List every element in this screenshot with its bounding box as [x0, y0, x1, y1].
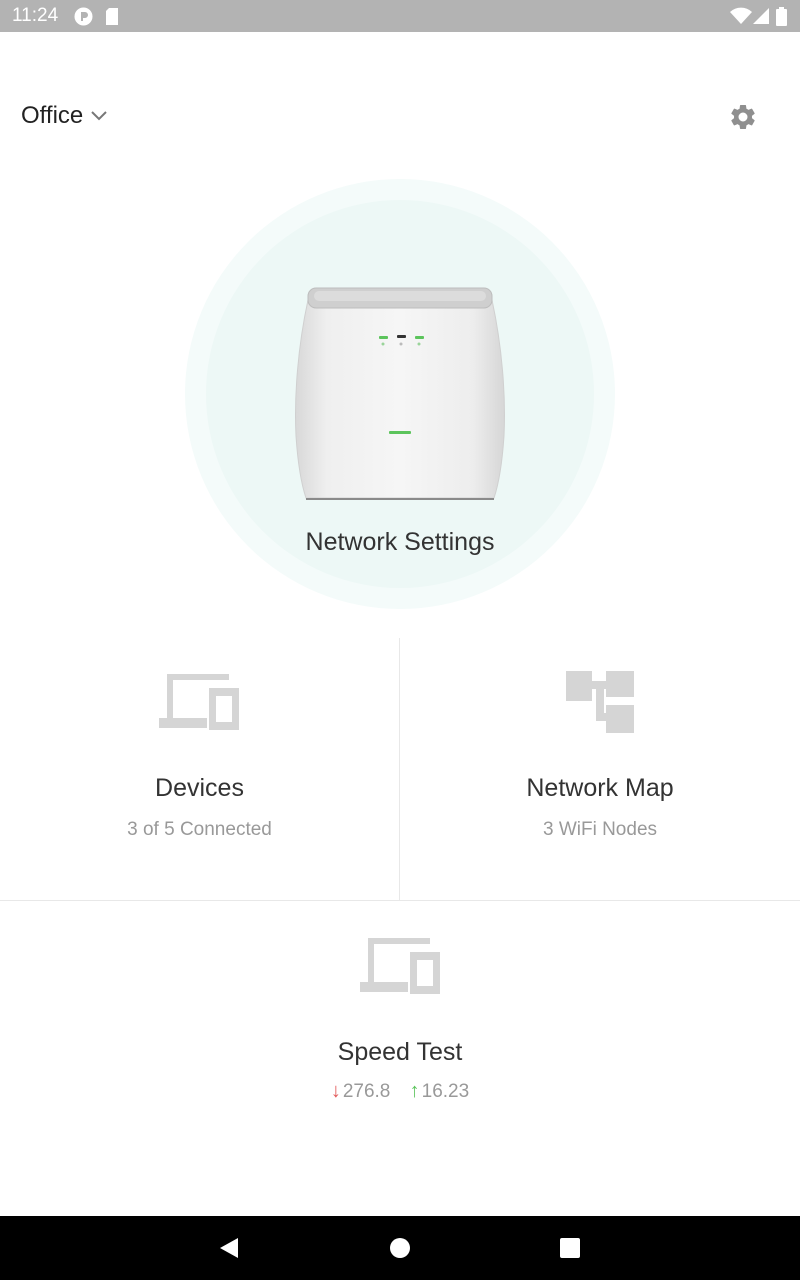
download-speed: 276.8 [342, 1081, 391, 1102]
system-nav-bar [0, 1216, 800, 1280]
chevron-down-icon [91, 108, 107, 126]
network-map-tile[interactable]: Network Map 3 WiFi Nodes [400, 638, 800, 900]
status-time: 11:24 [12, 5, 59, 26]
p-circle-icon [74, 7, 93, 31]
upload-arrow-icon: ↑ [409, 1080, 420, 1102]
speed-test-title: Speed Test [337, 1038, 463, 1066]
location-selector[interactable]: Office [21, 102, 107, 130]
devices-icon [159, 674, 239, 735]
network-map-subtitle: 3 WiFi Nodes [542, 819, 658, 840]
devices-title: Devices [155, 774, 244, 802]
upload-speed: 16.23 [421, 1081, 470, 1102]
network-settings-label: Network Settings [305, 528, 495, 556]
devices-icon [360, 938, 440, 999]
network-map-title: Network Map [526, 774, 674, 802]
battery-icon [776, 7, 787, 31]
recents-icon[interactable] [560, 1238, 580, 1263]
router-icon [294, 286, 506, 502]
wifi-icon [730, 7, 752, 30]
download-arrow-icon: ↓ [330, 1080, 341, 1102]
devices-tile[interactable]: Devices 3 of 5 Connected [0, 638, 399, 900]
gear-icon[interactable] [728, 102, 758, 132]
status-bar: 11:24 [0, 0, 800, 32]
signal-icon [752, 7, 770, 30]
speed-test-results: ↓ 276.8 ↑ 16.23 [0, 1080, 800, 1103]
network-map-icon [566, 671, 634, 738]
back-icon[interactable] [218, 1236, 240, 1265]
sd-card-icon [104, 7, 120, 31]
home-icon[interactable] [390, 1238, 410, 1263]
devices-subtitle: 3 of 5 Connected [127, 819, 272, 840]
location-name: Office [21, 102, 84, 129]
